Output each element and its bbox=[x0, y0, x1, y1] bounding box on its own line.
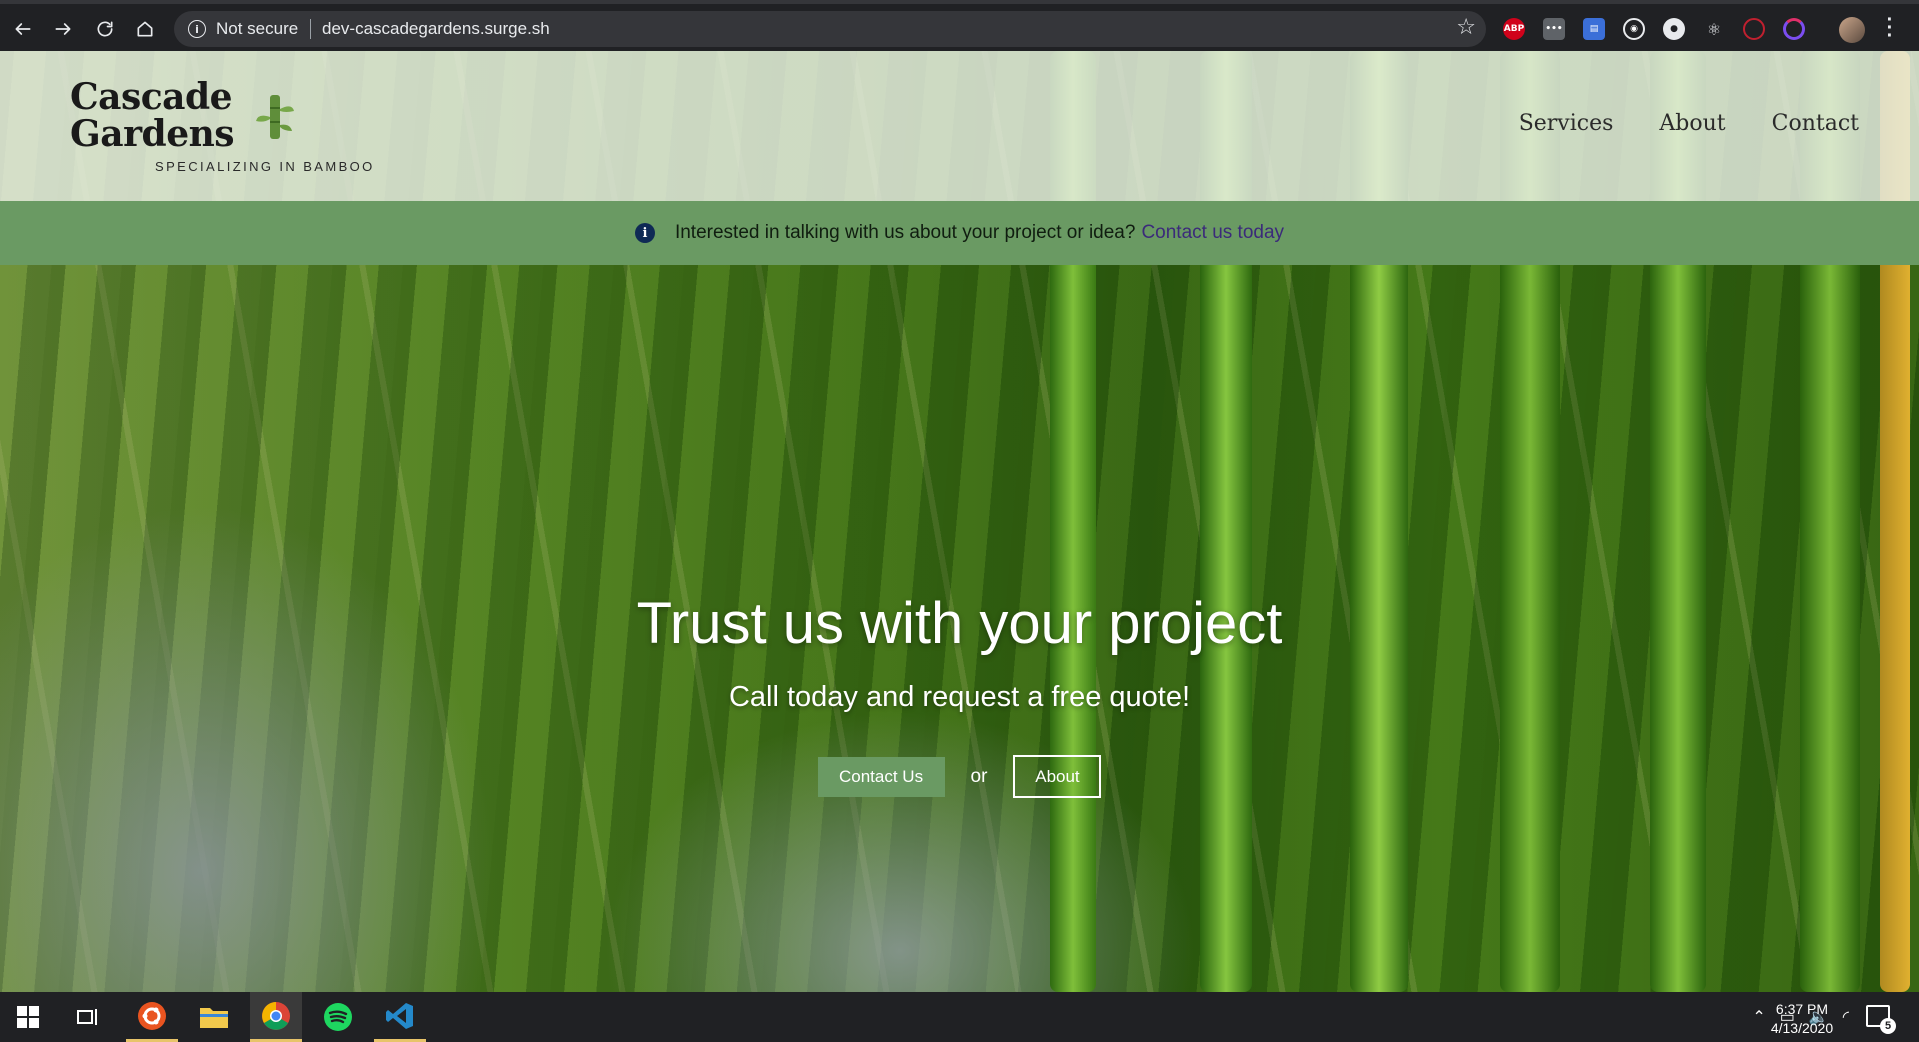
contact-banner: i Interested in talking with us about yo… bbox=[0, 201, 1919, 265]
ubuntu-icon[interactable] bbox=[126, 992, 178, 1042]
spotify-icon[interactable] bbox=[312, 992, 364, 1042]
banner-text: Interested in talking with us about your… bbox=[674, 222, 1136, 243]
web-page: Cascade Gardens SPECIALIZING IN BAMBOO S… bbox=[0, 51, 1919, 992]
about-button[interactable]: About bbox=[1013, 755, 1102, 798]
task-view-icon[interactable] bbox=[62, 992, 114, 1042]
nav-about-link[interactable]: About bbox=[1659, 111, 1725, 136]
vscode-icon[interactable] bbox=[374, 992, 426, 1042]
browser-menu-icon[interactable]: · · · bbox=[1885, 10, 1895, 46]
logo-tagline: SPECIALIZING IN BAMBOO bbox=[155, 159, 375, 174]
cta-group: Contact Us or About bbox=[0, 755, 1919, 798]
site-logo[interactable]: Cascade Gardens bbox=[70, 76, 235, 155]
or-text: or bbox=[970, 765, 988, 787]
clock-time: 6:37 PM bbox=[1775, 1001, 1829, 1017]
forward-icon[interactable] bbox=[48, 14, 78, 44]
nav-contact-link[interactable]: Contact bbox=[1772, 111, 1859, 136]
react-icon[interactable]: ⚛ bbox=[1703, 18, 1725, 40]
browser-toolbar: i Not secure dev-cascadegardens.surge.sh… bbox=[0, 0, 1919, 51]
hero-subtitle: Call today and request a free quote! bbox=[728, 681, 1191, 713]
site-header: Cascade Gardens SPECIALIZING IN BAMBOO S… bbox=[0, 51, 1919, 201]
banner-contact-link[interactable]: Contact us today bbox=[1141, 222, 1284, 244]
back-icon[interactable] bbox=[8, 14, 38, 44]
info-icon[interactable]: i bbox=[188, 20, 206, 38]
opera-icon[interactable] bbox=[1743, 18, 1765, 40]
hero-section: Trust us with your project Call today an… bbox=[0, 265, 1919, 992]
divider bbox=[310, 19, 311, 39]
logo-line-2: Gardens bbox=[70, 113, 235, 155]
nav-services-link[interactable]: Services bbox=[1519, 111, 1614, 136]
circle-ext-icon[interactable] bbox=[1783, 18, 1805, 40]
chrome-icon[interactable] bbox=[250, 992, 302, 1042]
bookmark-ext-icon[interactable]: ▤ bbox=[1583, 18, 1605, 40]
reload-icon[interactable] bbox=[90, 14, 120, 44]
url-text[interactable]: dev-cascadegardens.surge.sh bbox=[322, 19, 550, 39]
target-icon[interactable]: ◉ bbox=[1623, 18, 1645, 40]
github-icon[interactable]: ● bbox=[1663, 18, 1685, 40]
security-label[interactable]: Not secure bbox=[216, 19, 298, 39]
taskbar-clock[interactable]: 6:37 PM 4/13/2020 bbox=[1756, 1000, 1848, 1038]
more-icon[interactable]: ••• bbox=[1543, 18, 1565, 40]
windows-start-icon[interactable] bbox=[2, 992, 54, 1042]
hero-title: Trust us with your project bbox=[636, 591, 1283, 656]
file-explorer-icon[interactable] bbox=[188, 992, 240, 1042]
clock-date: 4/13/2020 bbox=[1770, 1020, 1834, 1036]
address-bar[interactable]: i Not secure dev-cascadegardens.surge.sh… bbox=[174, 11, 1486, 47]
bookmark-star-icon[interactable]: ☆ bbox=[1456, 15, 1476, 40]
main-nav: Services About Contact bbox=[1519, 111, 1859, 136]
home-icon[interactable] bbox=[130, 14, 160, 44]
info-circle-icon: i bbox=[634, 223, 655, 243]
bamboo-logo-icon bbox=[256, 95, 294, 139]
notification-badge: 5 bbox=[1880, 1018, 1896, 1034]
contact-us-button[interactable]: Contact Us bbox=[817, 756, 945, 797]
abp-icon[interactable]: ABP bbox=[1503, 18, 1525, 40]
windows-taskbar: ⌃ ▭ 🔈 ◜ 6:37 PM 4/13/2020 5 bbox=[0, 992, 1919, 1042]
logo-line-1: Cascade bbox=[70, 76, 233, 118]
profile-avatar[interactable] bbox=[1839, 17, 1865, 43]
